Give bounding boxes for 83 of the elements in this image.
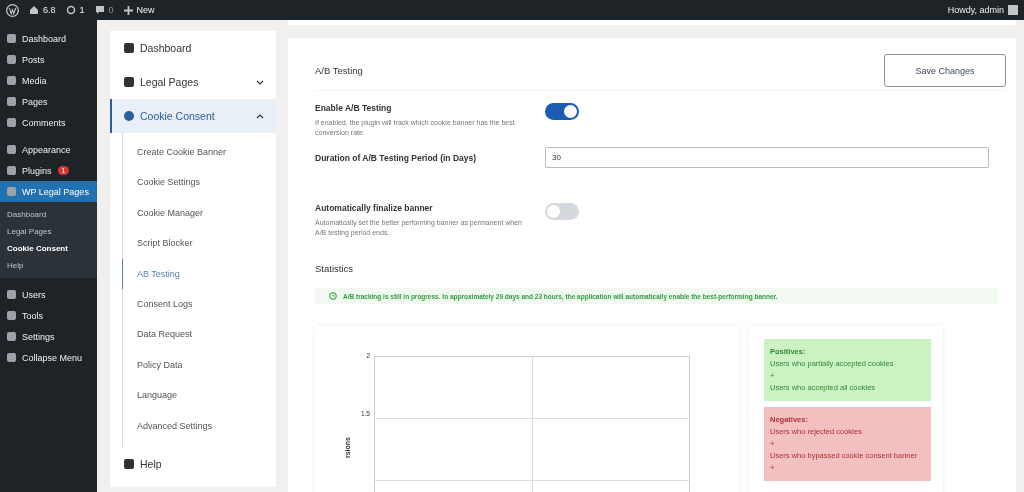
updates-count[interactable]: 1 — [79, 5, 85, 15]
avatar-icon — [1008, 5, 1018, 15]
chevron-icon — [256, 79, 264, 85]
square-icon — [124, 77, 134, 87]
menu-label: Plugins — [22, 165, 52, 176]
square-icon — [7, 145, 16, 154]
nav-label: Help — [140, 457, 163, 470]
plugin-subnav-item[interactable]: AB Testing — [122, 258, 276, 289]
square-icon — [7, 118, 16, 127]
menu-label: Users — [22, 289, 46, 300]
toggle-switch[interactable] — [545, 203, 579, 220]
house-icon — [29, 5, 39, 15]
menu-label: Collapse Menu — [22, 352, 83, 363]
admin-menu-item[interactable]: Comments — [0, 112, 97, 133]
submenu-item[interactable]: Cookie Consent — [0, 240, 97, 257]
timer-icon — [329, 292, 337, 300]
square-icon — [7, 290, 16, 299]
menu-label: Comments — [22, 117, 66, 128]
nav-label: Cookie Consent — [140, 110, 216, 122]
plugin-nav-item[interactable]: Help — [110, 446, 276, 481]
admin-menu-item[interactable]: Tools — [0, 305, 97, 326]
section-title: Statistics — [315, 263, 354, 274]
plugin-subnav-item[interactable]: Cookie Settings — [123, 167, 276, 198]
admin-menu-item[interactable]: Dashboard — [0, 28, 97, 49]
setting-label: Enable A/B Testing — [315, 103, 393, 113]
square-icon — [7, 34, 16, 43]
save-changes-button[interactable]: Save Changes — [884, 54, 1006, 87]
nav-label: Legal Pages — [140, 76, 200, 88]
comments-count[interactable]: 0 — [108, 5, 114, 15]
square-icon — [124, 458, 134, 469]
menu-label: WP Legal Pages — [22, 186, 89, 197]
number-field[interactable]: 30 — [545, 147, 989, 168]
admin-menu-item[interactable]: Users — [0, 284, 97, 305]
menu-label: Pages — [22, 96, 48, 107]
admin-menu-item[interactable]: Collapse Menu — [0, 347, 97, 368]
admin-menu-item[interactable]: Media — [0, 70, 97, 91]
plugin-nav-item[interactable]: Dashboard — [110, 31, 276, 65]
square-icon — [7, 332, 16, 341]
menu-label: Dashboard — [22, 33, 67, 44]
plugin-subnav-item[interactable]: Cookie Manager — [123, 197, 276, 229]
plugin-nav-item[interactable]: Legal Pages — [110, 65, 276, 99]
plugin-subnav-item[interactable]: Consent Logs — [123, 288, 276, 320]
menu-label: Tools — [22, 310, 43, 321]
square-icon — [7, 311, 16, 320]
menu-label: Settings — [22, 331, 55, 342]
menu-label: Posts — [22, 54, 45, 65]
plugin-subnav-item[interactable]: Script Blocker — [123, 228, 276, 259]
submenu-item[interactable]: Dashboard — [0, 206, 97, 223]
speech-bubble-icon — [94, 5, 105, 15]
square-icon — [7, 55, 16, 64]
admin-menu-item[interactable]: Posts — [0, 49, 97, 70]
square-icon — [124, 43, 134, 53]
menu-label: Media — [22, 75, 47, 86]
setting-label: Duration of A/B Testing Period (in Days) — [315, 153, 478, 163]
square-icon — [7, 166, 16, 175]
menu-label: Appearance — [22, 144, 71, 155]
section-title: A/B Testing — [315, 65, 363, 76]
toggle-switch[interactable] — [545, 103, 579, 120]
submenu-item[interactable]: Legal Pages — [0, 223, 97, 240]
new-link[interactable]: New — [136, 5, 155, 15]
square-icon — [7, 97, 16, 106]
square-icon — [7, 76, 16, 85]
square-icon — [7, 187, 16, 196]
admin-menu-item[interactable]: Pages — [0, 91, 97, 112]
admin-menu-item[interactable]: Appearance — [0, 139, 97, 160]
nav-label: Dashboard — [140, 42, 193, 54]
admin-menu-item[interactable]: Settings — [0, 326, 97, 347]
plugin-subnav-item[interactable]: Create Cookie Banner — [123, 137, 276, 168]
submenu-item[interactable]: Help — [0, 257, 97, 274]
chevron-icon — [256, 113, 264, 119]
plugin-subnav-item[interactable]: Policy Data — [123, 349, 276, 381]
wordpress-logo-icon[interactable] — [6, 3, 19, 17]
square-icon — [7, 353, 16, 362]
plugin-subnav-item[interactable]: Data Request — [123, 319, 276, 350]
plugin-subnav-item[interactable]: Language — [123, 380, 276, 411]
plus-icon — [123, 5, 133, 15]
setting-label: Automatically finalize banner — [315, 203, 434, 213]
plugin-nav-item[interactable]: Cookie Consent — [110, 99, 276, 133]
site-version[interactable]: 6.8 — [43, 5, 56, 15]
plugin-subnav-item[interactable]: Advanced Settings — [123, 410, 276, 441]
greeting-text[interactable]: Howdy, admin — [947, 5, 1004, 15]
admin-menu-item[interactable]: WP Legal Pages — [0, 181, 97, 202]
circle-icon — [124, 111, 134, 121]
